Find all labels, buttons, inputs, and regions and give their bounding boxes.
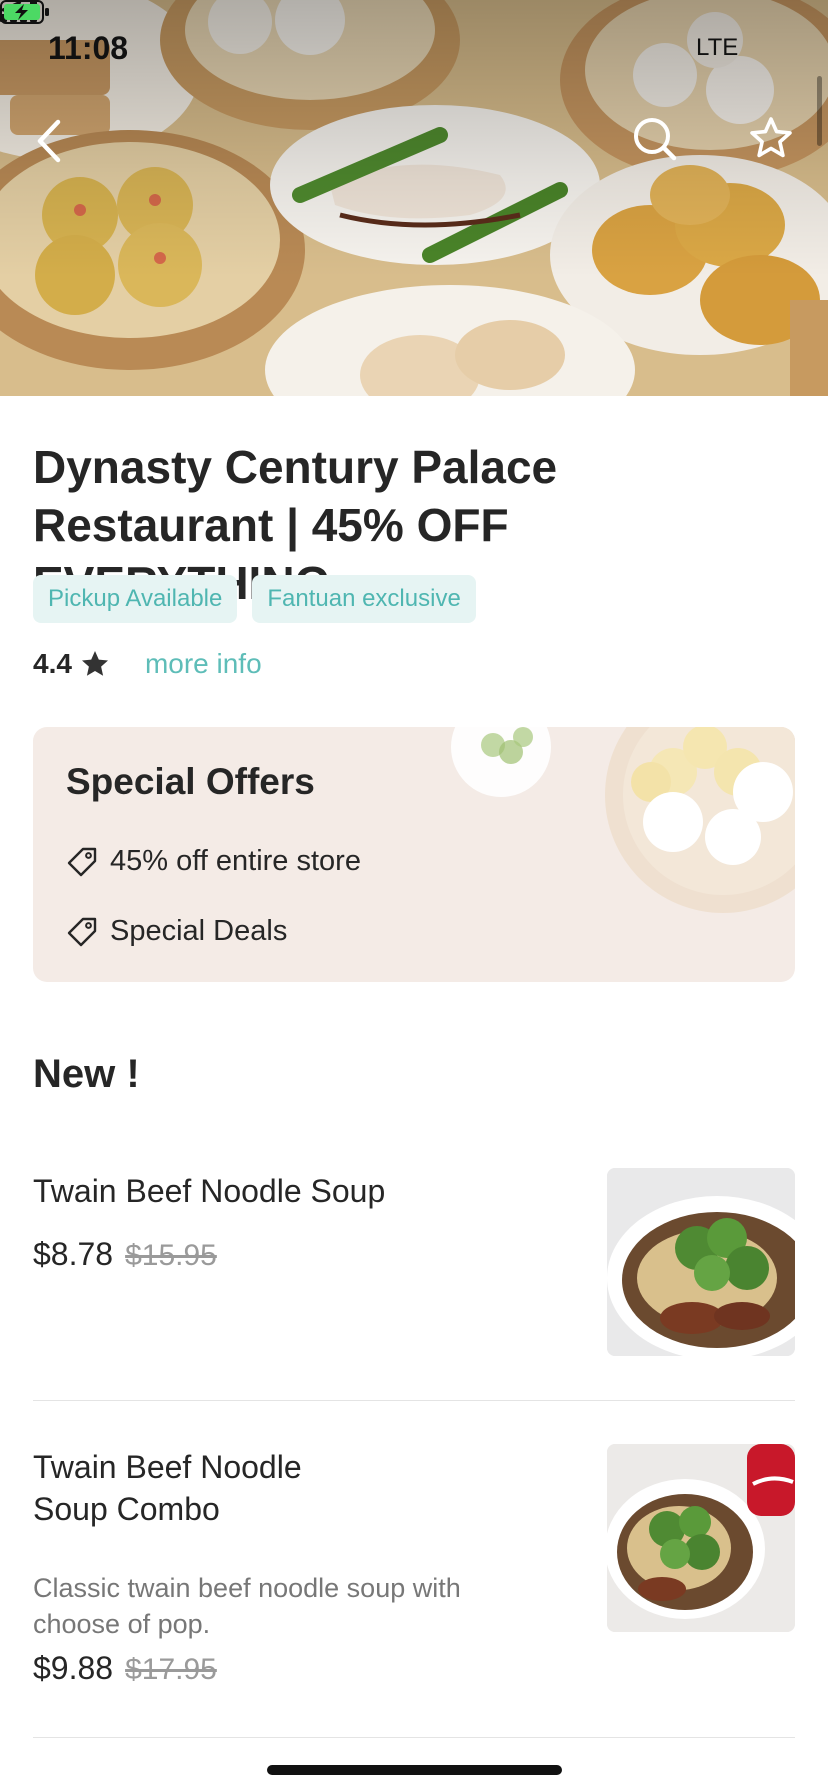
more-info-link[interactable]: more info	[145, 648, 262, 680]
special-offers-card[interactable]: Special Offers 45% off entire store Spec…	[33, 727, 795, 982]
menu-item-price: $8.78	[33, 1236, 114, 1272]
divider	[33, 1400, 795, 1401]
menu-item-description: Classic twain beef noodle soup with choo…	[33, 1573, 461, 1639]
restaurant-tags: Pickup Available Fantuan exclusive	[33, 575, 476, 623]
menu-item-original-price: $15.95	[125, 1239, 217, 1272]
status-time: 11:08	[48, 30, 129, 66]
battery-charging-icon	[0, 0, 49, 24]
offer-row: Special Deals	[66, 915, 287, 948]
chevron-left-icon	[37, 119, 61, 163]
hero-image: 11:08 LTE	[0, 0, 828, 396]
noodle-soup-combo-photo	[607, 1444, 795, 1632]
home-indicator	[267, 1765, 562, 1775]
noodle-soup-photo	[607, 1168, 795, 1356]
star-filled-icon	[81, 651, 108, 676]
menu-item-name: Twain Beef Noodle Soup	[33, 1173, 386, 1209]
menu-item-original-price: $17.95	[125, 1653, 217, 1686]
rating-row: 4.4 more info	[33, 644, 262, 684]
search-button[interactable]	[632, 116, 678, 162]
special-offers-title: Special Offers	[66, 761, 315, 802]
scroll-indicator	[817, 76, 822, 146]
menu-item-price-row: $9.88 $17.95	[33, 1650, 217, 1687]
section-title-new: New !	[33, 1052, 140, 1096]
status-bar: 11:08 LTE	[0, 0, 828, 100]
tag-icon	[67, 847, 97, 876]
offer-label: 45% off entire store	[110, 845, 361, 877]
status-carrier: LTE	[696, 34, 739, 61]
tag-pickup-available: Pickup Available	[33, 575, 238, 623]
offer-label: Special Deals	[110, 915, 288, 947]
menu-item[interactable]: Twain Beef Noodle Soup $8.78 $15.95	[33, 1168, 795, 1358]
back-button[interactable]	[30, 116, 70, 166]
search-icon	[634, 118, 677, 161]
favorite-button[interactable]	[748, 116, 794, 162]
menu-item-price-row: $8.78 $15.95	[33, 1236, 217, 1273]
tag-fantuan-exclusive: Fantuan exclusive	[252, 575, 476, 623]
tag-icon	[67, 917, 97, 946]
menu-item-name: Twain Beef Noodle Soup Combo	[33, 1449, 302, 1527]
divider	[33, 1737, 795, 1738]
menu-item-image[interactable]	[607, 1444, 795, 1632]
menu-item[interactable]: Twain Beef Noodle Soup Combo Classic twa…	[33, 1444, 795, 1694]
menu-item-image[interactable]	[607, 1168, 795, 1356]
rating-value: 4.4	[33, 648, 72, 679]
menu-item-price: $9.88	[33, 1650, 114, 1686]
offer-row: 45% off entire store	[66, 845, 361, 878]
star-outline-icon	[750, 117, 792, 158]
